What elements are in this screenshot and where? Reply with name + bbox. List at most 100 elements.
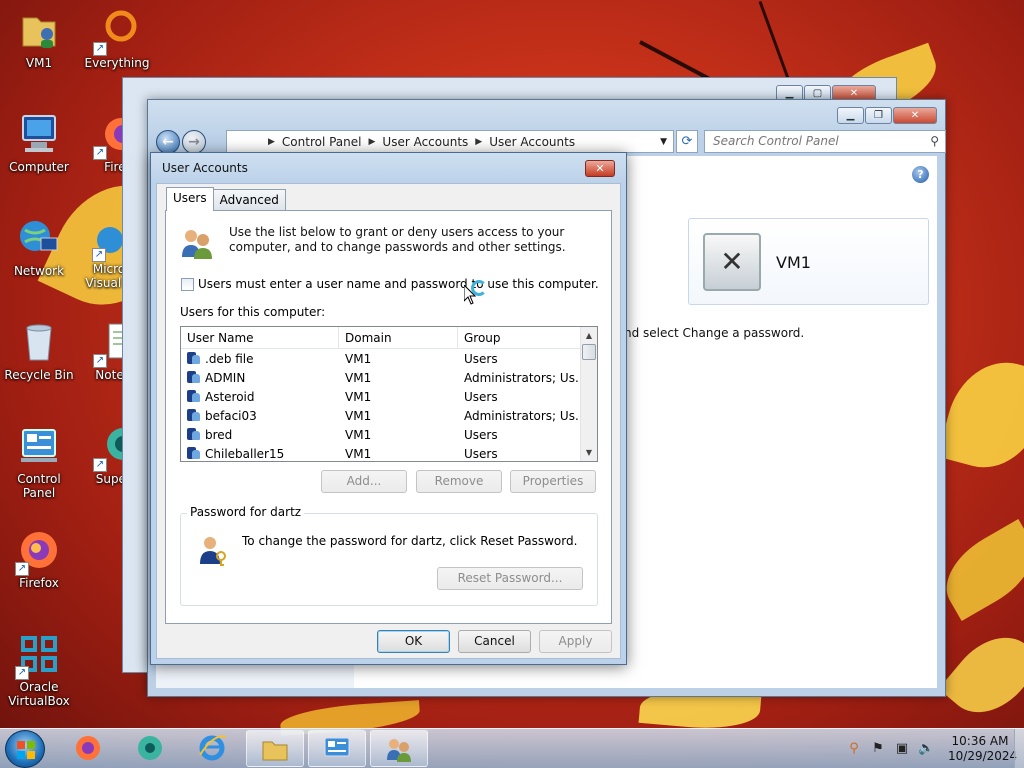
breadcrumb-item[interactable]: User Accounts [489, 135, 575, 149]
table-row[interactable]: Asteroid VM1 Users [181, 388, 580, 407]
breadcrumb-sep: ▶ [368, 136, 376, 147]
desktop-icon-firefox[interactable]: ↗ Firefox [1, 528, 77, 590]
dialog-title: User Accounts [162, 161, 248, 175]
apply-button[interactable]: Apply [539, 630, 612, 653]
taskbar: ⚲ ⚑ ▣ 🔈 10:36 AM 10/29/2024 [0, 728, 1024, 768]
user-folder-icon [17, 8, 61, 52]
table-row[interactable]: ADMIN VM1 Administrators; Us... [181, 369, 580, 388]
restore-button[interactable]: ❐ [865, 107, 892, 124]
taskbar-internet-explorer[interactable] [184, 730, 242, 767]
vertical-scrollbar[interactable]: ▲ ▼ [580, 327, 597, 461]
cell-domain: VM1 [345, 409, 372, 423]
action-center-flag-icon[interactable]: ⚑ [870, 741, 886, 757]
search-icon[interactable]: ⚲ [930, 131, 939, 152]
desktop-icon-computer[interactable]: Computer [1, 112, 77, 174]
scroll-up-icon[interactable]: ▲ [581, 327, 597, 344]
properties-button[interactable]: Properties [510, 470, 596, 493]
taskbar-control-panel[interactable] [308, 730, 366, 767]
user-tile[interactable]: ✕ VM1 [688, 218, 929, 305]
table-row[interactable]: Chileballer15 VM1 Users [181, 445, 580, 461]
scroll-down-icon[interactable]: ▼ [581, 444, 597, 461]
reset-password-button[interactable]: Reset Password... [437, 567, 583, 590]
users-icon [180, 227, 214, 259]
cell-user-name: Chileballer15 [205, 447, 285, 461]
computer-icon [17, 112, 61, 156]
windows-logo-icon [17, 741, 35, 759]
cell-domain: VM1 [345, 390, 372, 404]
desktop-icon-vm1[interactable]: VM1 [1, 8, 77, 70]
taskbar-firefox[interactable] [60, 730, 118, 767]
address-bar[interactable]: ▶ Control Panel ▶ User Accounts ▶ User A… [226, 130, 674, 153]
cell-domain: VM1 [345, 428, 372, 442]
desktop-icon-everything[interactable]: ↗ Everything [79, 8, 155, 70]
taskbar-explorer[interactable] [246, 730, 304, 767]
tab-users[interactable]: Users [166, 187, 214, 211]
close-button[interactable]: ✕ [893, 107, 937, 124]
search-indexing-icon[interactable]: ⚲ [846, 741, 862, 757]
refresh-icon[interactable]: ⟳ [676, 130, 698, 153]
scroll-thumb[interactable] [582, 344, 596, 360]
visual-studio-icon: ↗ [92, 224, 124, 262]
network-tray-icon[interactable]: ▣ [894, 741, 910, 757]
cell-group: Users [464, 428, 498, 442]
tab-advanced[interactable]: Advanced [212, 189, 286, 211]
cancel-button[interactable]: Cancel [458, 630, 531, 653]
search-input[interactable]: Search Control Panel ⚲ [704, 130, 946, 153]
users-list-label: Users for this computer: [180, 305, 326, 319]
require-password-checkbox[interactable] [181, 277, 194, 291]
breadcrumb-item[interactable]: User Accounts [382, 135, 468, 149]
column-header-user-name[interactable]: User Name [181, 327, 339, 348]
show-desktop-button[interactable] [1014, 729, 1024, 768]
table-row[interactable]: bred VM1 Users [181, 426, 580, 445]
list-header: User Name Domain Group [181, 327, 580, 349]
chevron-down-icon[interactable]: ▼ [660, 137, 667, 147]
remove-user-button[interactable]: Remove [416, 470, 502, 493]
desktop-icon-recycle-bin[interactable]: Recycle Bin [1, 320, 77, 382]
password-group-title: Password for dartz [187, 505, 305, 519]
breadcrumb-item[interactable]: Control Panel [282, 135, 362, 149]
back-arrow-icon[interactable]: ← [156, 130, 180, 154]
clock-time: 10:36 AM [951, 734, 1009, 748]
require-password-row[interactable]: Users must enter a user name and passwor… [181, 277, 599, 291]
cell-user-name: Asteroid [205, 390, 255, 404]
close-button[interactable]: ✕ [585, 160, 615, 177]
desktop-icon-label: Network [13, 264, 65, 278]
desktop-icon-label: Firefox [19, 576, 59, 590]
start-button[interactable] [5, 730, 45, 768]
table-row[interactable]: .deb file VM1 Users [181, 350, 580, 369]
busy-indicator-icon [471, 280, 487, 296]
search-placeholder: Search Control Panel [713, 134, 839, 148]
column-header-group[interactable]: Group [458, 327, 580, 348]
taskbar-user-accounts[interactable] [370, 730, 428, 767]
taskbar-clock[interactable]: 10:36 AM 10/29/2024 [948, 734, 1017, 764]
volume-muted-icon[interactable]: 🔈 [918, 741, 934, 757]
users-tab-panel: Use the list below to grant or deny user… [165, 210, 612, 624]
user-tile-name: VM1 [776, 253, 811, 272]
user-icon [187, 351, 201, 365]
explorer-folder-icon [262, 741, 288, 761]
shortcut-arrow-icon: ↗ [93, 458, 107, 472]
user-icon [187, 370, 201, 384]
taskbar-supernova[interactable] [122, 730, 180, 767]
ok-button[interactable]: OK [377, 630, 450, 653]
desktop-icon-label: Recycle Bin [4, 368, 74, 382]
help-icon[interactable]: ? [912, 166, 929, 183]
minimize-button[interactable]: ▁ [837, 107, 864, 124]
desktop-icon-control-panel[interactable]: Control Panel [1, 424, 77, 500]
table-row[interactable]: befaci03 VM1 Administrators; Us... [181, 407, 580, 426]
desktop-icon-virtualbox[interactable]: ↗ Oracle VirtualBox [1, 632, 77, 708]
desktop-icon-network[interactable]: Network [1, 216, 77, 278]
shortcut-arrow-icon: ↗ [93, 146, 107, 160]
everything-search-icon: ↗ [93, 8, 139, 56]
column-header-domain[interactable]: Domain [339, 327, 458, 348]
shortcut-arrow-icon: ↗ [93, 354, 107, 368]
cell-user-name: bred [205, 428, 233, 442]
user-accounts-dialog: User Accounts ✕ Users Advanced Use the l… [150, 152, 627, 665]
desktop-icon-label: Computer [9, 160, 69, 174]
users-list[interactable]: User Name Domain Group .deb file VM1 Use… [180, 326, 598, 462]
desktop-icon-label: Oracle VirtualBox [8, 680, 70, 708]
add-user-button[interactable]: Add... [321, 470, 407, 493]
user-icon [187, 408, 201, 422]
forward-arrow-icon[interactable]: → [182, 130, 206, 154]
recycle-bin-icon [17, 320, 61, 364]
